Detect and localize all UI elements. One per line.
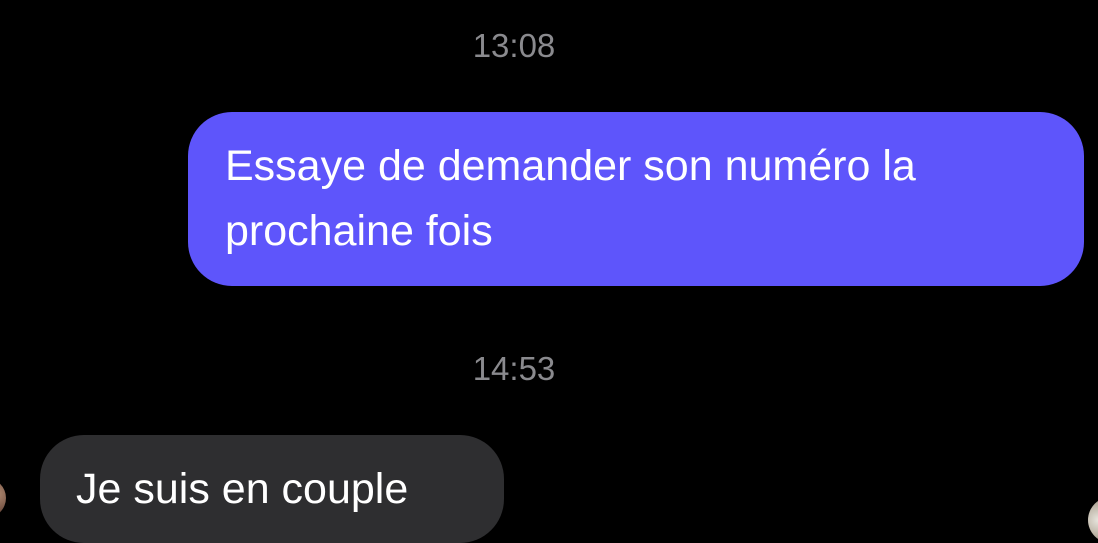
message-text: Je suis en couple [76, 465, 409, 513]
incoming-message-bubble[interactable]: Je suis en couple [40, 435, 504, 543]
timestamp-label: 13:08 [472, 27, 556, 64]
timestamp-label: 14:53 [472, 350, 556, 387]
sender-avatar[interactable] [0, 478, 6, 518]
outgoing-message-bubble[interactable]: Essaye de demander son numéro la prochai… [188, 112, 1084, 286]
message-text: Essaye de demander son numéro la prochai… [225, 142, 916, 255]
read-receipt-avatar [1088, 497, 1098, 543]
